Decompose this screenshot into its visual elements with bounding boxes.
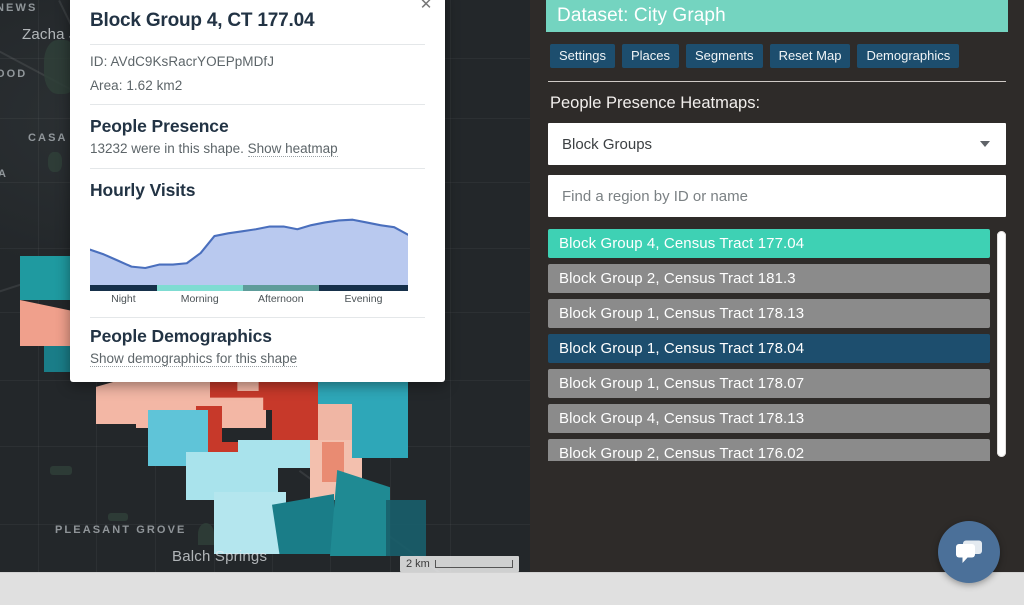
people-presence-heading: People Presence: [90, 116, 229, 136]
people-presence-text: 13232 were in this shape. Show heatmap: [90, 141, 425, 168]
map-region-polygon[interactable]: [238, 440, 314, 468]
chart-tick-label: Afternoon: [258, 293, 304, 305]
chart-band-evening: [318, 285, 408, 291]
region-list[interactable]: Block Group 4, Census Tract 177.04 Block …: [548, 229, 1006, 461]
chart-band-morning: [156, 285, 243, 291]
region-type-dropdown[interactable]: Block Groups: [548, 123, 1006, 165]
region-list-container: Block Group 4, Census Tract 177.04 Block …: [548, 229, 1006, 461]
list-item[interactable]: Block Group 1, Census Tract 178.13: [548, 299, 990, 328]
chart-tick-label: Night: [111, 293, 136, 305]
hourly-visits-heading: Hourly Visits: [90, 180, 196, 200]
app-root: NEWS Zacha J OOD CASA V A PLEASANT GROVE…: [0, 0, 1024, 605]
close-icon[interactable]: ✕: [417, 0, 435, 14]
chart-tick-label: Evening: [344, 293, 383, 305]
heatmap-section-label: People Presence Heatmaps:: [550, 94, 761, 112]
region-info-popup: ✕ Block Group 4, CT 177.04 ID: AVdC9KsRa…: [70, 0, 445, 382]
page-title: Block Group 4, CT 177.04: [90, 10, 315, 31]
hourly-visits-svg: [90, 218, 408, 285]
chart-tick-label: Morning: [180, 293, 219, 305]
tab-reset-map[interactable]: Reset Map: [769, 44, 851, 68]
chevron-down-icon: [980, 141, 990, 147]
presence-count-text: 13232 were in this shape.: [90, 141, 244, 156]
map-region-polygon[interactable]: [272, 400, 302, 444]
scrollbar-thumb[interactable]: [997, 231, 1006, 457]
map-greenspace: [48, 152, 62, 172]
people-demographics-heading: People Demographics: [90, 326, 272, 346]
map-region-polygon[interactable]: [386, 500, 426, 556]
tab-segments[interactable]: Segments: [686, 44, 763, 68]
dataset-banner: Dataset: City Graph: [546, 0, 1008, 32]
chat-bubble-icon: [956, 540, 982, 563]
scale-bar-line: [434, 560, 513, 568]
list-item[interactable]: Block Group 2, Census Tract 181.3: [548, 264, 990, 293]
chart-axis-labels: Night Morning Afternoon Evening: [90, 293, 408, 305]
tab-settings[interactable]: Settings: [550, 44, 615, 68]
map-greenspace: [50, 466, 72, 475]
show-heatmap-link[interactable]: Show heatmap: [247, 141, 338, 157]
map-greenspace: [108, 513, 128, 521]
map-region-polygon[interactable]: [352, 400, 408, 458]
chart-band-afternoon: [242, 285, 319, 291]
list-item[interactable]: Block Group 4, Census Tract 177.04: [548, 229, 990, 258]
tab-places[interactable]: Places: [621, 44, 680, 68]
control-panel: Dataset: City Graph Settings Places Segmen…: [530, 0, 1024, 572]
list-item[interactable]: Block Group 1, Census Tract 178.04: [548, 334, 990, 363]
panel-tabbar: Settings Places Segments Reset Map Demograph…: [546, 32, 1008, 68]
region-id: ID: AVdC9KsRacrYOEPpMDfJ: [90, 54, 275, 69]
search-input[interactable]: [548, 175, 1006, 217]
hourly-visits-chart: Night Morning Afternoon Evening: [90, 215, 408, 307]
list-item[interactable]: Block Group 4, Census Tract 178.13: [548, 404, 990, 433]
show-demographics-link[interactable]: Show demographics for this shape: [90, 351, 298, 367]
map-scale-bar: 2 km: [400, 556, 519, 572]
chat-button[interactable]: [938, 521, 1000, 583]
chart-band-night: [90, 285, 157, 291]
bottom-status-bar: [0, 572, 1024, 605]
scale-label: 2 km: [406, 558, 430, 570]
region-type-value: Block Groups: [562, 135, 653, 153]
tab-demographics[interactable]: Demographics: [857, 44, 960, 68]
map-greenspace: [198, 523, 214, 545]
map-gridline: [450, 0, 451, 572]
region-area: Area: 1.62 km2: [90, 78, 183, 93]
demographics-body: Show demographics for this shape: [90, 351, 425, 367]
list-item[interactable]: Block Group 2, Census Tract 176.02: [548, 439, 990, 461]
chart-time-bands: [90, 285, 408, 291]
list-scrollbar[interactable]: [997, 231, 1006, 457]
list-item[interactable]: Block Group 1, Census Tract 178.07: [548, 369, 990, 398]
